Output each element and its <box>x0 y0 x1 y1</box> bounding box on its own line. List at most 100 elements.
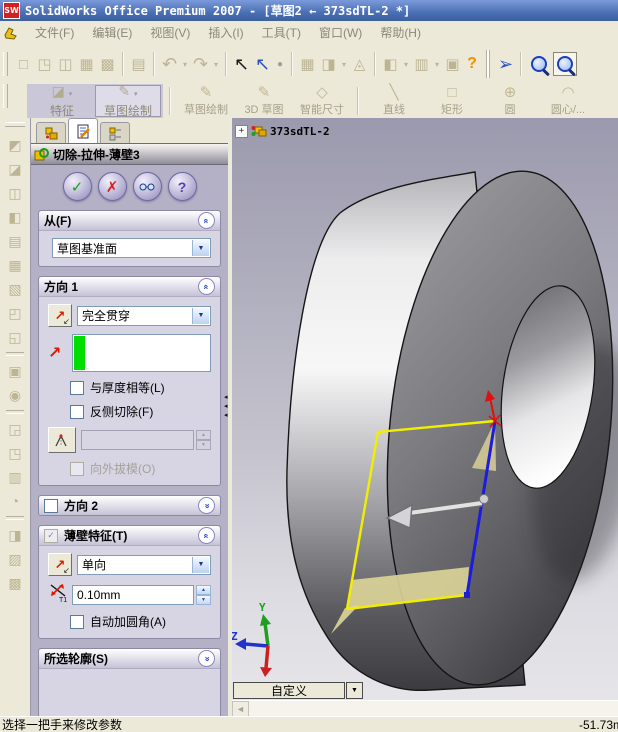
cancel-button[interactable]: ✗ <box>97 172 127 201</box>
feature-tool-icon[interactable]: ◱ <box>3 325 27 349</box>
expand-icon[interactable]: « <box>198 650 215 667</box>
view-settings-dropdown-icon[interactable]: ▾ <box>432 60 442 69</box>
menu-view[interactable]: 视图(V) <box>141 22 199 43</box>
equal-thickness-option[interactable]: 与厚度相等(L) <box>70 379 211 396</box>
make-drawing-icon[interactable]: ▦ <box>76 55 97 73</box>
feature-tool-icon[interactable]: ▣ <box>3 359 27 383</box>
dropdown-arrow-icon[interactable]: ▼ <box>192 240 209 256</box>
feature-tool-icon[interactable]: ◨ <box>3 523 27 547</box>
tab-sketch[interactable]: ✎ ▾ 草图绘制 <box>95 84 161 118</box>
magnifying-ball-icon[interactable]: ● <box>273 59 287 70</box>
direction-reference-listbox[interactable] <box>72 334 211 372</box>
collapse-icon[interactable]: « <box>198 212 215 229</box>
smart-dimension-button[interactable]: ◇ 智能尺寸 <box>293 84 351 118</box>
display-style-icon[interactable]: ◧ <box>380 55 401 73</box>
menu-insert[interactable]: 插入(I) <box>199 22 252 43</box>
circle-button[interactable]: ⊕ 圆 <box>481 84 539 118</box>
menu-edit[interactable]: 编辑(E) <box>83 22 141 43</box>
draft-button[interactable] <box>48 427 76 453</box>
make-assembly-icon[interactable]: ▩ <box>97 55 118 73</box>
checkbox-icon[interactable] <box>70 404 84 419</box>
sketch-vertex[interactable] <box>464 592 470 598</box>
panel-splitter[interactable]: ◂ ◂ ◂ <box>224 393 228 420</box>
scroll-left-button[interactable]: ◄ <box>232 701 249 716</box>
feature-tool-icon[interactable]: ◧ <box>3 205 27 229</box>
tab-property-manager[interactable] <box>68 118 98 143</box>
feature-tool-icon[interactable]: ◳ <box>3 441 27 465</box>
thickness-spinner[interactable]: ▲ ▼ <box>196 584 211 605</box>
checkbox-icon[interactable] <box>44 498 58 513</box>
dimension-icon[interactable]: ◨ <box>318 55 339 73</box>
feature-tool-icon[interactable]: ◰ <box>3 301 27 325</box>
feature-tool-icon[interactable]: ▥ <box>3 465 27 489</box>
menu-tools[interactable]: 工具(T) <box>253 22 310 43</box>
feature-tool-icon[interactable]: ◪ <box>3 157 27 181</box>
combo-dropdown-button[interactable]: ▼ <box>346 682 363 699</box>
zoom-area-button[interactable] <box>553 52 577 76</box>
menu-window[interactable]: 窗口(W) <box>310 22 371 43</box>
graphics-viewport[interactable]: Y Z X + 373sdTL-2 自定义 ▼ <box>232 118 618 716</box>
feature-tool-icon[interactable]: ◫ <box>3 181 27 205</box>
feature-tool-icon[interactable]: ▦ <box>3 253 27 277</box>
collapse-icon[interactable]: « <box>198 278 215 295</box>
end-condition-select[interactable]: 完全贯穿 ▼ <box>77 305 211 326</box>
redo-icon[interactable]: ↷ <box>190 54 211 75</box>
undo-icon[interactable]: ↶ <box>159 54 180 75</box>
tab-features[interactable]: ◪ ▾ 特征 <box>29 84 95 118</box>
print-icon[interactable]: ▤ <box>128 55 149 73</box>
start-condition-select[interactable]: 草图基准面 ▼ <box>52 238 211 258</box>
task-pane-icon[interactable]: ▣ <box>442 55 463 73</box>
display-style-dropdown-icon[interactable]: ▾ <box>401 60 411 69</box>
dimension-dropdown-icon[interactable]: ▾ <box>339 60 349 69</box>
checkbox-icon[interactable] <box>70 380 84 395</box>
selection-filter-icon[interactable]: ↖ <box>252 54 273 75</box>
feature-tool-icon[interactable]: ▧ <box>3 277 27 301</box>
menu-file[interactable]: 文件(F) <box>26 22 83 43</box>
select-icon[interactable]: ↖ <box>231 54 252 75</box>
view-orientation-icon[interactable]: ➢ <box>495 54 516 75</box>
redo-dropdown-icon[interactable]: ▾ <box>211 60 221 69</box>
horizontal-scrollbar[interactable]: ◄ <box>232 700 618 716</box>
auto-fillet-option[interactable]: 自动加圆角(A) <box>70 613 211 630</box>
expand-icon[interactable]: « <box>198 497 215 514</box>
drag-handle[interactable] <box>479 494 489 504</box>
tree-item-label[interactable]: 373sdTL-2 <box>270 125 330 138</box>
feature-tool-icon[interactable]: ◉ <box>3 383 27 407</box>
dropdown-arrow-icon[interactable]: ▼ <box>192 307 209 324</box>
flip-side-option[interactable]: 反侧切除(F) <box>70 403 211 420</box>
reverse-direction-button[interactable]: ↗ ↙ <box>48 304 72 327</box>
help-button[interactable]: ? <box>167 172 197 201</box>
toolbar-grip[interactable] <box>3 52 8 76</box>
toolbar-grip[interactable] <box>3 84 8 108</box>
preview-button[interactable] <box>132 172 162 201</box>
collapse-icon[interactable]: « <box>198 527 215 544</box>
group-from-header[interactable]: 从(F) « <box>39 211 220 231</box>
centerpoint-arc-button[interactable]: ◠ 圆心/... <box>539 84 597 118</box>
zoom-fit-button[interactable] <box>527 52 551 76</box>
custom-view-combo[interactable]: 自定义 <box>233 682 345 699</box>
reverse-thin-direction-button[interactable]: ↗ ↙ <box>48 553 72 576</box>
new-icon[interactable]: □ <box>13 56 34 73</box>
toolbar-grip[interactable] <box>5 122 25 127</box>
group-direction1-header[interactable]: 方向 1 « <box>39 277 220 297</box>
checkbox-icon[interactable] <box>70 614 84 629</box>
feature-tool-icon[interactable]: ▨ <box>3 547 27 571</box>
tab-configuration-manager[interactable] <box>100 122 130 143</box>
sketch-button[interactable]: ✎ 草图绘制 <box>177 84 235 118</box>
checkbox-checked-icon[interactable]: ✓ <box>44 528 58 543</box>
feature-tool-icon[interactable]: ▤ <box>3 229 27 253</box>
thickness-field[interactable]: 0.10mm <box>72 584 194 605</box>
model-canvas[interactable]: Y Z X <box>232 118 618 716</box>
tangent-arc-button[interactable]: ◡ 切 <box>597 84 618 118</box>
open-icon[interactable]: ◳ <box>34 55 55 73</box>
sketch-grid-icon[interactable]: ▦ <box>297 55 318 73</box>
ok-button[interactable]: ✓ <box>62 172 92 201</box>
rebuild-icon[interactable]: ◬ <box>349 55 370 73</box>
group-thin-feature-header[interactable]: ✓ 薄壁特征(T) « <box>39 526 220 546</box>
rectangle-button[interactable]: □ 矩形 <box>423 84 481 118</box>
view-settings-icon[interactable]: ▥ <box>411 55 432 73</box>
tab-feature-manager[interactable] <box>36 122 66 143</box>
feature-tool-icon[interactable]: ▩ <box>3 571 27 595</box>
feature-tool-icon[interactable]: ◔ <box>3 489 27 513</box>
save-icon[interactable]: ◫ <box>55 55 76 73</box>
